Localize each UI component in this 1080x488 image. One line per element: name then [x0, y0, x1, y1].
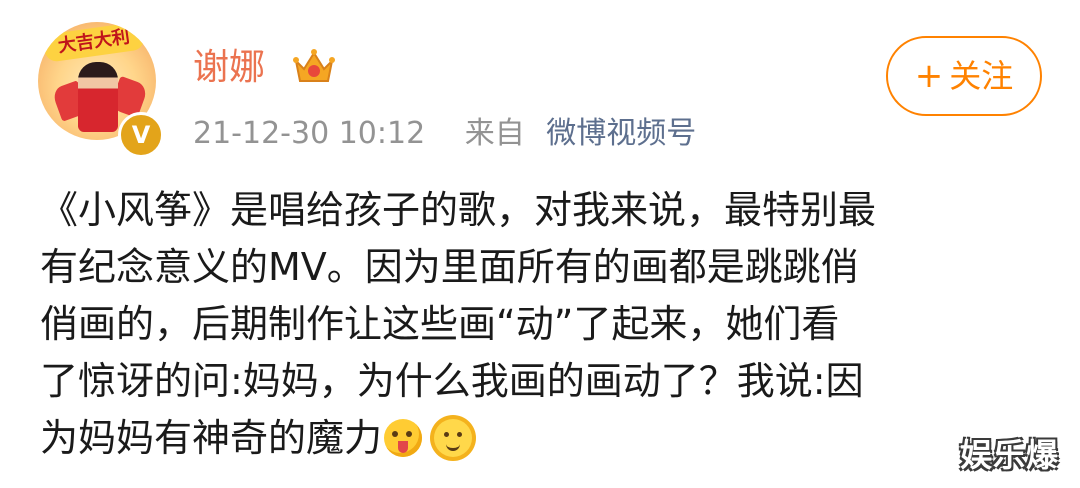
plus-icon: +: [914, 56, 944, 96]
username[interactable]: 谢娜: [193, 44, 265, 92]
post-line: 了惊讶的问:妈妈，为什么我画的画动了？我说:因: [40, 359, 864, 403]
follow-button[interactable]: + 关注: [886, 36, 1042, 116]
verified-badge: V: [118, 112, 164, 158]
avatar-figure: [78, 62, 118, 132]
vip-crown-icon[interactable]: [292, 47, 336, 87]
avatar-banner-text: 大吉大利: [42, 22, 146, 63]
from-label: 来自: [464, 116, 525, 151]
post-line-last: 为妈妈有神奇的魔力: [40, 410, 1040, 467]
post-line: 《小风筝》是唱给孩子的歌，对我来说，最特别最: [40, 188, 877, 232]
source-link[interactable]: 微博视频号: [546, 116, 696, 151]
follow-label: 关注: [949, 57, 1014, 95]
sun-face-emoji-icon: [434, 419, 473, 457]
post-line: 为妈妈有神奇的魔力: [40, 416, 383, 460]
post-meta: 21-12-30 10:12 来自 微博视频号: [193, 112, 696, 156]
post-line: 俏画的，后期制作让这些画“动”了起来，她们看: [40, 302, 840, 346]
watermark-text: 娱乐爆: [960, 436, 1060, 474]
post-line: 有纪念意义的MV。因为里面所有的画都是跳跳俏: [40, 245, 859, 289]
tongue-out-emoji-icon: [384, 419, 423, 457]
post-content: 《小风筝》是唱给孩子的歌，对我来说，最特别最 有纪念意义的MV。因为里面所有的画…: [40, 182, 1040, 467]
post-timestamp: 21-12-30 10:12: [193, 116, 426, 151]
